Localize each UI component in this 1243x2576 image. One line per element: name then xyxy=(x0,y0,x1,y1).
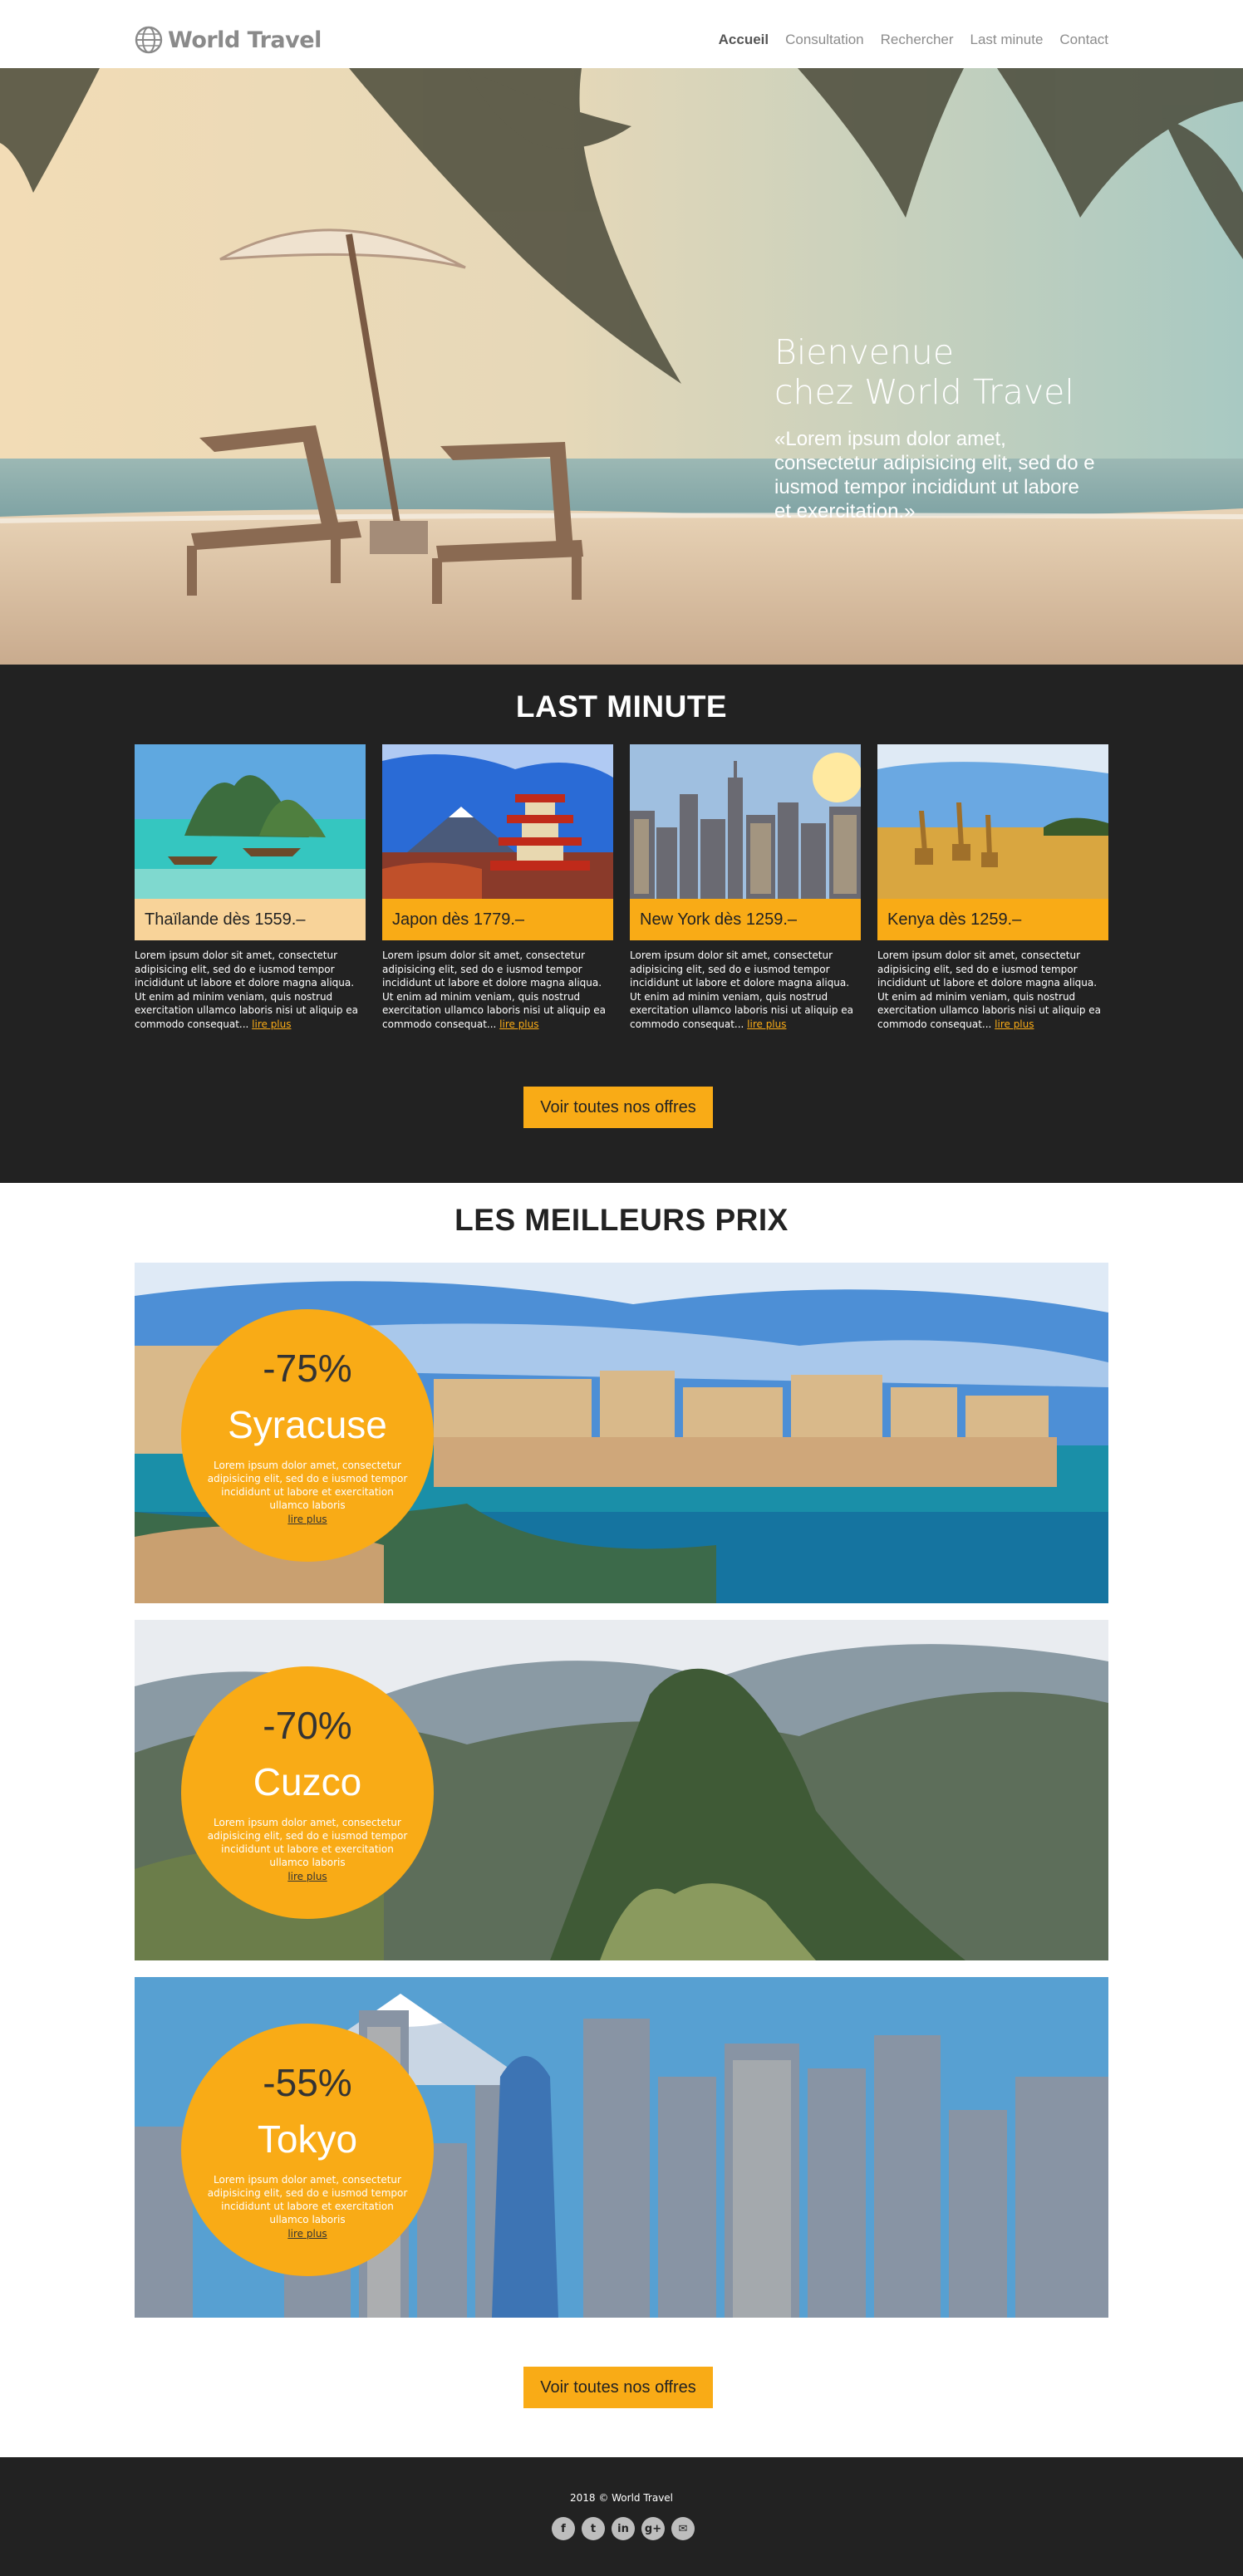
deal-description: Lorem ipsum dolor amet, consectetur adip… xyxy=(207,1817,408,1868)
offer-caption: Japon dès 1779.– xyxy=(382,899,613,940)
hero-title: Bienvenue chez World Travel xyxy=(774,332,1123,412)
kenya-image xyxy=(877,744,1108,899)
deal-bubble: -75% Syracuse Lorem ipsum dolor amet, co… xyxy=(181,1309,434,1562)
mail-icon[interactable]: ✉ xyxy=(671,2517,695,2540)
deal-discount: -75% xyxy=(263,1347,352,1390)
google-plus-icon[interactable]: g+ xyxy=(641,2517,665,2540)
deal-syracuse[interactable]: -75% Syracuse Lorem ipsum dolor amet, co… xyxy=(135,1263,1108,1603)
read-more-link[interactable]: lire plus xyxy=(181,1871,434,1882)
offer-description-text: Lorem ipsum dolor sit amet, consectetur … xyxy=(135,949,359,1030)
hero-title-line-1: Bienvenue xyxy=(774,332,955,372)
last-minute-cards: Thaïlande dès 1559.– Lorem ipsum dolor s… xyxy=(135,744,1108,1043)
deal-tokyo[interactable]: -55% Tokyo Lorem ipsum dolor amet, conse… xyxy=(135,1977,1108,2318)
read-more-link[interactable]: lire plus xyxy=(747,1018,786,1030)
read-more-link[interactable]: lire plus xyxy=(181,1514,434,1525)
globe-icon xyxy=(135,26,163,54)
offer-description-text: Lorem ipsum dolor sit amet, consectetur … xyxy=(877,949,1102,1030)
deal-bubble: -70% Cuzco Lorem ipsum dolor amet, conse… xyxy=(181,1666,434,1919)
best-prices-title: LES MEILLEURS PRIX xyxy=(454,1203,789,1237)
nav-item-accueil[interactable]: Accueil xyxy=(719,32,769,48)
nav-item-contact[interactable]: Contact xyxy=(1059,32,1108,48)
nav-item-rechercher[interactable]: Rechercher xyxy=(881,32,954,48)
last-minute-title: LAST MINUTE xyxy=(515,689,728,724)
top-navigation: World Travel Accueil Consultation Recher… xyxy=(0,0,1243,68)
read-more-link[interactable]: lire plus xyxy=(995,1018,1034,1030)
logo[interactable]: World Travel xyxy=(135,25,322,55)
brand-name: World Travel xyxy=(168,27,322,53)
offer-description-text: Lorem ipsum dolor sit amet, consectetur … xyxy=(630,949,854,1030)
new-york-image xyxy=(630,744,861,899)
offer-description: Lorem ipsum dolor sit amet, consectetur … xyxy=(630,949,862,1031)
nav-item-last-minute[interactable]: Last minute xyxy=(970,32,1044,48)
hero-quote: «Lorem ipsum dolor amet, consectetur adi… xyxy=(774,428,1095,523)
deal-city: Tokyo xyxy=(257,2117,358,2161)
thailand-image xyxy=(135,744,366,899)
read-more-link[interactable]: lire plus xyxy=(252,1018,291,1030)
copyright: 2018 © World Travel xyxy=(569,2492,674,2504)
deal-bubble: -55% Tokyo Lorem ipsum dolor amet, conse… xyxy=(181,2024,434,2276)
social-links: f t in g+ ✉ xyxy=(552,2517,695,2540)
offer-description: Lorem ipsum dolor sit amet, consectetur … xyxy=(382,949,615,1031)
all-offers-button[interactable]: Voir toutes nos offres xyxy=(523,1087,713,1128)
linkedin-icon[interactable]: in xyxy=(612,2517,635,2540)
all-offers-button-bottom[interactable]: Voir toutes nos offres xyxy=(523,2367,713,2408)
facebook-icon[interactable]: f xyxy=(552,2517,575,2540)
hero-banner: Bienvenue chez World Travel «Lorem ipsum… xyxy=(0,68,1243,665)
offer-description-text: Lorem ipsum dolor sit amet, consectetur … xyxy=(382,949,607,1030)
hero-title-line-2: chez World Travel xyxy=(774,372,1074,412)
deal-discount: -55% xyxy=(263,2061,352,2104)
deal-description: Lorem ipsum dolor amet, consectetur adip… xyxy=(207,2174,408,2225)
deal-city: Syracuse xyxy=(228,1403,387,1446)
deal-discount: -70% xyxy=(263,1704,352,1747)
offer-description: Lorem ipsum dolor sit amet, consectetur … xyxy=(135,949,367,1031)
deal-city: Cuzco xyxy=(253,1760,362,1803)
read-more-link[interactable]: lire plus xyxy=(499,1018,538,1030)
offer-description: Lorem ipsum dolor sit amet, consectetur … xyxy=(877,949,1110,1031)
footer: 2018 © World Travel f t in g+ ✉ xyxy=(0,2457,1243,2576)
deal-cuzco[interactable]: -70% Cuzco Lorem ipsum dolor amet, conse… xyxy=(135,1620,1108,1960)
offer-caption: New York dès 1259.– xyxy=(630,899,861,940)
read-more-link[interactable]: lire plus xyxy=(181,2228,434,2240)
offer-caption: Thaïlande dès 1559.– xyxy=(135,899,366,940)
japan-image xyxy=(382,744,613,899)
last-minute-section: LAST MINUTE Thaïlande dès 1559.– Lorem i xyxy=(0,665,1243,1183)
main-menu: Accueil Consultation Rechercher Last min… xyxy=(719,32,1108,48)
deal-description: Lorem ipsum dolor amet, consectetur adip… xyxy=(207,1460,408,1511)
twitter-icon[interactable]: t xyxy=(582,2517,605,2540)
offer-caption: Kenya dès 1259.– xyxy=(877,899,1108,940)
nav-item-consultation[interactable]: Consultation xyxy=(785,32,864,48)
